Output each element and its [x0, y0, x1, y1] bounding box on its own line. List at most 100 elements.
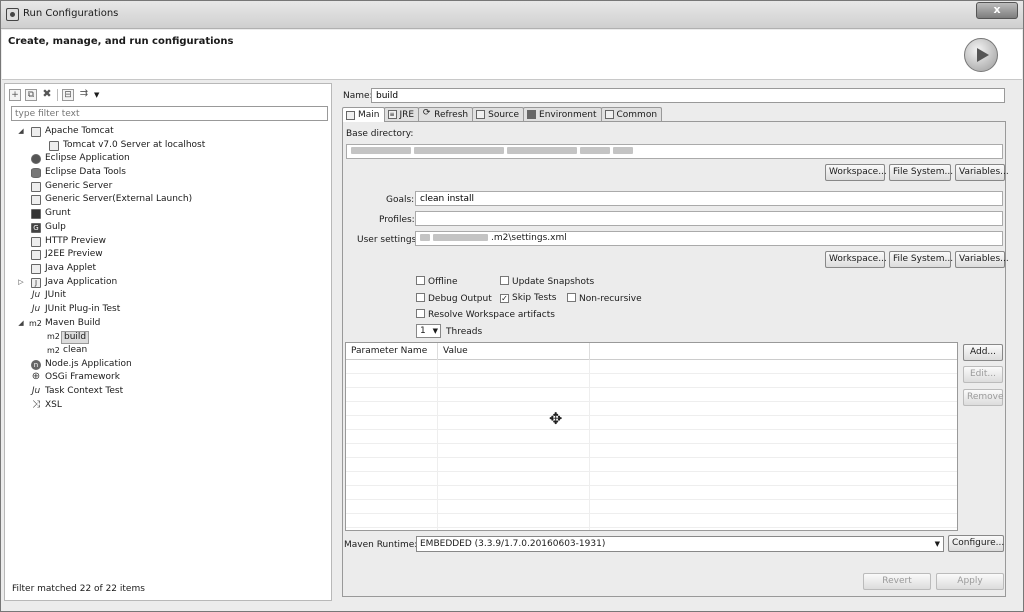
tree-item-task-context-test[interactable]: Ju Task Context Test	[9, 385, 327, 399]
tree-item-nodejs-application[interactable]: n Node.js Application	[9, 358, 327, 372]
filter-config-icon[interactable]: ⇉	[78, 89, 90, 101]
skip-tests-checkbox[interactable]: ✓ Skip Tests	[500, 293, 556, 304]
view-menu-chevron-down-icon[interactable]: ▼	[94, 91, 99, 99]
remove-parameter-button[interactable]: Remove	[963, 389, 1004, 406]
tab-refresh[interactable]: ⟳ Refresh	[418, 107, 474, 121]
expanded-arrow-icon[interactable]: ◢	[17, 125, 25, 139]
edit-parameter-button[interactable]: Edit...	[963, 366, 1003, 383]
tab-jre[interactable]: ≡ JRE	[383, 107, 420, 121]
common-tab-icon	[604, 110, 614, 119]
tree-item-j2ee-preview[interactable]: J2EE Preview	[9, 248, 327, 262]
tab-source[interactable]: Source	[472, 107, 525, 121]
dialog-header-title: Create, manage, and run configurations	[8, 36, 234, 47]
base-dir-workspace-button[interactable]: Workspace...	[825, 164, 887, 181]
toolbar-separator	[57, 89, 58, 101]
apply-button[interactable]: Apply	[936, 573, 1004, 590]
update-snapshots-checkbox[interactable]: Update Snapshots	[500, 276, 594, 288]
chevron-down-icon: ▼	[432, 327, 438, 335]
junit-plugin-icon: Ju	[31, 303, 41, 314]
jre-tab-icon: ≡	[387, 110, 397, 119]
offline-checkbox[interactable]: Offline	[416, 276, 458, 288]
maven-runtime-select[interactable]: EMBEDDED (3.3.9/1.7.0.20160603-1931) ▼	[416, 536, 944, 552]
tree-item-http-preview[interactable]: HTTP Preview	[9, 235, 327, 249]
tree-item-clean[interactable]: m2 clean	[9, 344, 327, 358]
debug-output-checkbox[interactable]: Debug Output	[416, 293, 492, 305]
xsl-icon: ⤨	[32, 398, 40, 410]
nodejs-icon: n	[31, 359, 41, 370]
run-configurations-window: Run Configurations x Create, manage, and…	[0, 0, 1024, 612]
tab-common[interactable]: Common	[600, 107, 663, 121]
tree-toolbar: + ⧉ ✖ ⊟ ⇉ ▼	[9, 88, 99, 102]
threads-label: Threads	[446, 327, 483, 337]
name-label: Name:	[343, 91, 373, 101]
java-app-icon: J	[31, 277, 41, 288]
configuration-tree: ◢ Apache Tomcat Tomcat v7.0 Server at lo…	[9, 125, 327, 412]
tree-item-maven-build[interactable]: ◢ m2 Maven Build	[9, 317, 327, 331]
checkbox-unchecked-icon	[416, 309, 425, 318]
tree-item-java-application[interactable]: ▷ J Java Application	[9, 276, 327, 290]
tab-environment[interactable]: Environment	[523, 107, 602, 121]
maven-runtime-label: Maven Runtime:	[344, 540, 418, 550]
profiles-input[interactable]	[415, 211, 1003, 226]
tree-item-eclipse-application[interactable]: Eclipse Application	[9, 152, 327, 166]
tree-item-grunt[interactable]: Grunt	[9, 207, 327, 221]
new-config-icon[interactable]: +	[9, 89, 21, 101]
tree-item-xsl[interactable]: ⤨ XSL	[9, 399, 327, 413]
base-dir-filesystem-button[interactable]: File System...	[889, 164, 953, 181]
base-dir-variables-button[interactable]: Variables...	[955, 164, 1009, 181]
close-button[interactable]: x	[976, 2, 1018, 19]
base-directory-input[interactable]	[346, 144, 1003, 159]
profiles-label: Profiles:	[379, 215, 415, 225]
eclipse-app-icon	[6, 8, 19, 21]
revert-button[interactable]: Revert	[863, 573, 931, 590]
goals-input[interactable]	[415, 191, 1003, 206]
parameter-table[interactable]: Parameter Name Value ✥	[345, 342, 958, 531]
column-header-value[interactable]: Value	[438, 343, 590, 360]
tree-item-generic-server-external[interactable]: Generic Server(External Launch)	[9, 193, 327, 207]
tree-item-build[interactable]: m2 build	[9, 330, 327, 345]
filter-input[interactable]	[11, 106, 328, 121]
configure-runtime-button[interactable]: Configure...	[948, 535, 1004, 552]
goals-label: Goals:	[386, 195, 415, 205]
expanded-arrow-icon[interactable]: ◢	[17, 317, 25, 331]
junit-icon: Ju	[31, 290, 41, 301]
non-recursive-checkbox[interactable]: Non-recursive	[567, 293, 642, 305]
title-bar: Run Configurations x	[1, 1, 1023, 29]
column-header-parameter-name[interactable]: Parameter Name	[346, 343, 438, 360]
refresh-tab-icon: ⟳	[422, 108, 431, 118]
tree-item-apache-tomcat[interactable]: ◢ Apache Tomcat	[9, 125, 327, 139]
configuration-tree-panel: + ⧉ ✖ ⊟ ⇉ ▼ ◢ Apache Tomcat Tomcat v7.0 …	[4, 83, 332, 601]
tree-item-eclipse-data-tools[interactable]: Eclipse Data Tools	[9, 166, 327, 180]
tree-item-tomcat-server[interactable]: Tomcat v7.0 Server at localhost	[9, 139, 327, 153]
environment-tab-icon	[527, 110, 537, 119]
tree-item-osgi-framework[interactable]: ⊕ OSGi Framework	[9, 371, 327, 385]
resolve-workspace-checkbox[interactable]: Resolve Workspace artifacts	[416, 309, 555, 321]
name-input[interactable]	[371, 88, 1005, 103]
tree-item-generic-server[interactable]: Generic Server	[9, 180, 327, 194]
window-title: Run Configurations	[23, 8, 119, 19]
main-tab-icon	[346, 110, 355, 120]
user-settings-input[interactable]: .m2\settings.xml	[415, 231, 1003, 246]
settings-workspace-button[interactable]: Workspace...	[825, 251, 887, 268]
add-parameter-button[interactable]: Add...	[963, 344, 1003, 361]
threads-select[interactable]: 1 ▼	[416, 324, 441, 338]
checkbox-checked-icon: ✓	[500, 294, 509, 303]
duplicate-config-icon[interactable]: ⧉	[25, 89, 37, 101]
settings-variables-button[interactable]: Variables...	[955, 251, 1009, 268]
dialog-header: Create, manage, and run configurations	[2, 30, 1022, 80]
configuration-editor: Name: Main ≡ JRE ⟳ Refresh Source Enviro…	[336, 83, 1010, 601]
eclipse-icon	[31, 154, 41, 165]
collapse-all-icon[interactable]: ⊟	[62, 89, 74, 101]
m2-icon: m2	[47, 346, 60, 355]
tree-item-java-applet[interactable]: Java Applet	[9, 262, 327, 276]
tree-item-junit[interactable]: Ju JUnit	[9, 289, 327, 303]
settings-filesystem-button[interactable]: File System...	[889, 251, 953, 268]
osgi-icon: ⊕	[31, 371, 41, 383]
collapsed-arrow-icon[interactable]: ▷	[17, 276, 25, 290]
delete-config-icon[interactable]: ✖	[41, 88, 53, 101]
tree-item-junit-plugin-test[interactable]: Ju JUnit Plug-in Test	[9, 303, 327, 317]
filter-status: Filter matched 22 of 22 items	[12, 584, 145, 594]
database-icon	[31, 168, 41, 179]
tab-main[interactable]: Main	[342, 107, 385, 122]
tree-item-gulp[interactable]: G Gulp	[9, 221, 327, 235]
